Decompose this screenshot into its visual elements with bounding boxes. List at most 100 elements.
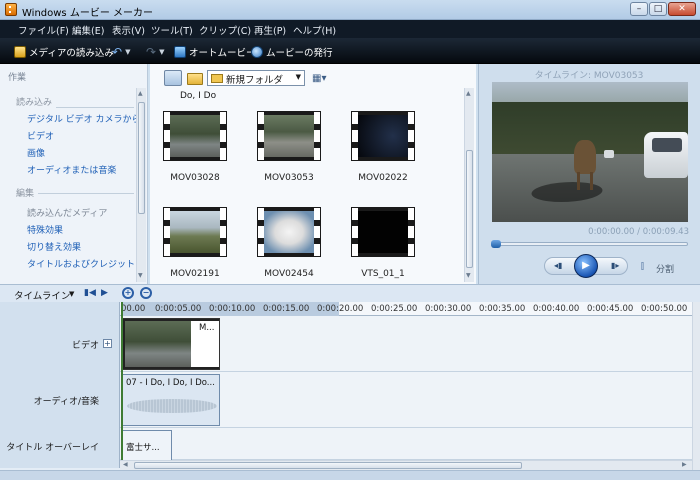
scroll-right-icon[interactable]: ▶ bbox=[682, 461, 687, 468]
ruler-tick: 0:00:35.00 bbox=[479, 304, 526, 314]
folder-dropdown-value: 新規フォルダ bbox=[226, 75, 284, 86]
ruler-tick: 0:00:40.00 bbox=[533, 304, 580, 314]
seek-bar[interactable] bbox=[491, 240, 688, 248]
menu-play[interactable]: 再生(P) bbox=[254, 23, 286, 37]
collections-folder-icon[interactable] bbox=[187, 73, 203, 85]
preview-screen bbox=[492, 82, 688, 222]
timeline-toolbar: タイムライン ▼ ▮◀ ▶ + − bbox=[0, 284, 700, 302]
publish-movie-label: ムービーの発行 bbox=[266, 47, 333, 59]
previous-frame-button[interactable]: ◂▮ bbox=[554, 261, 562, 270]
video-clip-thumbnail bbox=[125, 321, 191, 367]
import-media-label: メディアの読み込み bbox=[29, 47, 114, 59]
track-label-title-overlay: タイトル オーバーレイ bbox=[6, 443, 99, 453]
title-overlay-track[interactable] bbox=[120, 428, 692, 460]
next-frame-button[interactable]: ▮▸ bbox=[611, 261, 619, 270]
undo-icon: ↶ bbox=[112, 44, 123, 59]
tasks-view-button[interactable] bbox=[164, 70, 182, 86]
title-clip-name: 富士サ... bbox=[126, 443, 160, 453]
clip-name: MOV02191 bbox=[170, 269, 220, 279]
timeline-audio-clip[interactable]: 07 - I Do, I Do, I Do... bbox=[122, 374, 220, 426]
clip-item[interactable]: MOV02191 bbox=[159, 207, 231, 279]
split-icon[interactable]: ⫿ bbox=[641, 262, 644, 272]
zoom-out-icon[interactable]: − bbox=[140, 287, 152, 299]
time-ruler[interactable]: 00.00 0:00:05.00 0:00:10.00 0:00:15.00 0… bbox=[120, 302, 692, 316]
zoom-in-icon[interactable]: + bbox=[122, 287, 134, 299]
import-icon bbox=[14, 45, 26, 58]
scroll-thumb[interactable] bbox=[466, 150, 473, 268]
automovie-icon bbox=[174, 45, 186, 58]
link-audio-music[interactable]: オーディオまたは音楽 bbox=[27, 163, 116, 176]
scroll-up-icon[interactable]: ▲ bbox=[466, 90, 471, 97]
redo-button[interactable]: ↷ ▼ bbox=[146, 44, 164, 59]
movie-maker-icon bbox=[5, 3, 17, 16]
link-video[interactable]: ビデオ bbox=[27, 129, 54, 142]
scroll-down-icon[interactable]: ▼ bbox=[138, 272, 143, 279]
redo-icon: ↷ bbox=[146, 44, 157, 59]
expand-video-track-icon[interactable]: + bbox=[103, 339, 112, 348]
play-button[interactable]: ▶ bbox=[574, 254, 598, 278]
publish-movie-button[interactable]: ムービーの発行 bbox=[251, 44, 333, 59]
playhead[interactable] bbox=[121, 302, 123, 468]
clip-item[interactable]: MOV03053 bbox=[253, 111, 325, 183]
scroll-down-icon[interactable]: ▼ bbox=[466, 272, 471, 279]
minimize-button[interactable]: – bbox=[630, 2, 648, 16]
task-pane: 作業 読み込み デジタル ビデオ カメラから ビデオ 画像 オーディオまたは音楽… bbox=[0, 64, 148, 284]
scroll-thumb[interactable] bbox=[134, 462, 522, 469]
publish-icon bbox=[251, 45, 263, 58]
timeline-vertical-scrollbar[interactable] bbox=[692, 302, 700, 470]
split-label[interactable]: 分割 bbox=[656, 262, 674, 275]
folder-dropdown[interactable]: 新規フォルダ ▼ bbox=[207, 70, 305, 86]
scroll-up-icon[interactable]: ▲ bbox=[138, 90, 143, 97]
task-pane-scrollbar[interactable]: ▲ ▼ bbox=[136, 88, 146, 282]
ruler-tick: 0:00:25.00 bbox=[371, 304, 418, 314]
seek-handle[interactable] bbox=[491, 240, 501, 248]
import-media-button[interactable]: メディアの読み込み bbox=[14, 44, 114, 59]
chevron-down-icon[interactable]: ▼ bbox=[69, 290, 74, 298]
collection-scrollbar[interactable]: ▲ ▼ bbox=[464, 88, 474, 282]
clip-item[interactable]: MOV03028 bbox=[159, 111, 231, 183]
rewind-icon[interactable]: ▮◀ bbox=[84, 288, 96, 298]
clip-item[interactable]: VTS_01_1 bbox=[347, 207, 419, 279]
link-effects[interactable]: 特殊効果 bbox=[27, 223, 63, 236]
audio-waveform bbox=[127, 399, 217, 413]
ruler-tick: 0:00:15.00 bbox=[263, 304, 310, 314]
link-images[interactable]: 画像 bbox=[27, 146, 45, 159]
menu-view[interactable]: 表示(V) bbox=[112, 23, 145, 37]
menu-tools[interactable]: ツール(T) bbox=[151, 23, 193, 37]
clip-item[interactable]: MOV02022 bbox=[347, 111, 419, 183]
clip-thumbnail bbox=[257, 111, 321, 161]
menu-edit[interactable]: 編集(E) bbox=[72, 23, 104, 37]
menu-clip[interactable]: クリップ(C) bbox=[199, 23, 251, 37]
clip-thumbnail bbox=[163, 111, 227, 161]
clip-name: MOV03053 bbox=[264, 173, 314, 183]
scroll-left-icon[interactable]: ◀ bbox=[123, 461, 128, 468]
timeline-horizontal-scrollbar[interactable]: ◀ ▶ bbox=[120, 460, 692, 470]
maximize-button[interactable]: □ bbox=[649, 2, 667, 16]
clip-name: MOV02022 bbox=[358, 173, 408, 183]
ruler-tick: 00.00 bbox=[121, 304, 146, 314]
menu-bar: ファイル(F) 編集(E) 表示(V) ツール(T) クリップ(C) 再生(P)… bbox=[0, 20, 700, 38]
deer-image bbox=[574, 140, 596, 174]
link-transitions[interactable]: 切り替え効果 bbox=[27, 240, 81, 253]
menu-file[interactable]: ファイル(F) bbox=[18, 23, 69, 37]
automovie-button[interactable]: オートムービー bbox=[174, 44, 256, 59]
menu-help[interactable]: ヘルプ(H) bbox=[293, 23, 336, 37]
view-options-icon[interactable]: ▦▾ bbox=[312, 73, 326, 84]
undo-button[interactable]: ↶ ▼ bbox=[112, 44, 130, 59]
scroll-thumb[interactable] bbox=[138, 102, 145, 214]
play-timeline-icon[interactable]: ▶ bbox=[101, 288, 108, 298]
preview-monitor: タイムライン: MOV03053 0:00:00.00 / 0:00:09.43… bbox=[478, 64, 700, 284]
clip-name: MOV02454 bbox=[264, 269, 314, 279]
close-button[interactable]: ✕ bbox=[668, 2, 696, 16]
section-divider bbox=[38, 193, 134, 194]
timeline-label[interactable]: タイムライン bbox=[14, 288, 70, 302]
timeline-video-clip[interactable]: M... bbox=[122, 318, 220, 370]
track-label-video: ビデオ bbox=[71, 341, 99, 351]
timeline-title-clip[interactable]: 富士サ... bbox=[122, 430, 172, 462]
ruler-tick: 0:00:30.00 bbox=[425, 304, 472, 314]
clip-thumbnail bbox=[351, 111, 415, 161]
link-titles-credits[interactable]: タイトルおよびクレジット bbox=[27, 257, 135, 270]
link-imported-media[interactable]: 読み込んだメディア bbox=[27, 206, 107, 219]
clip-item[interactable]: MOV02454 bbox=[253, 207, 325, 279]
link-from-camera[interactable]: デジタル ビデオ カメラから bbox=[27, 112, 141, 125]
